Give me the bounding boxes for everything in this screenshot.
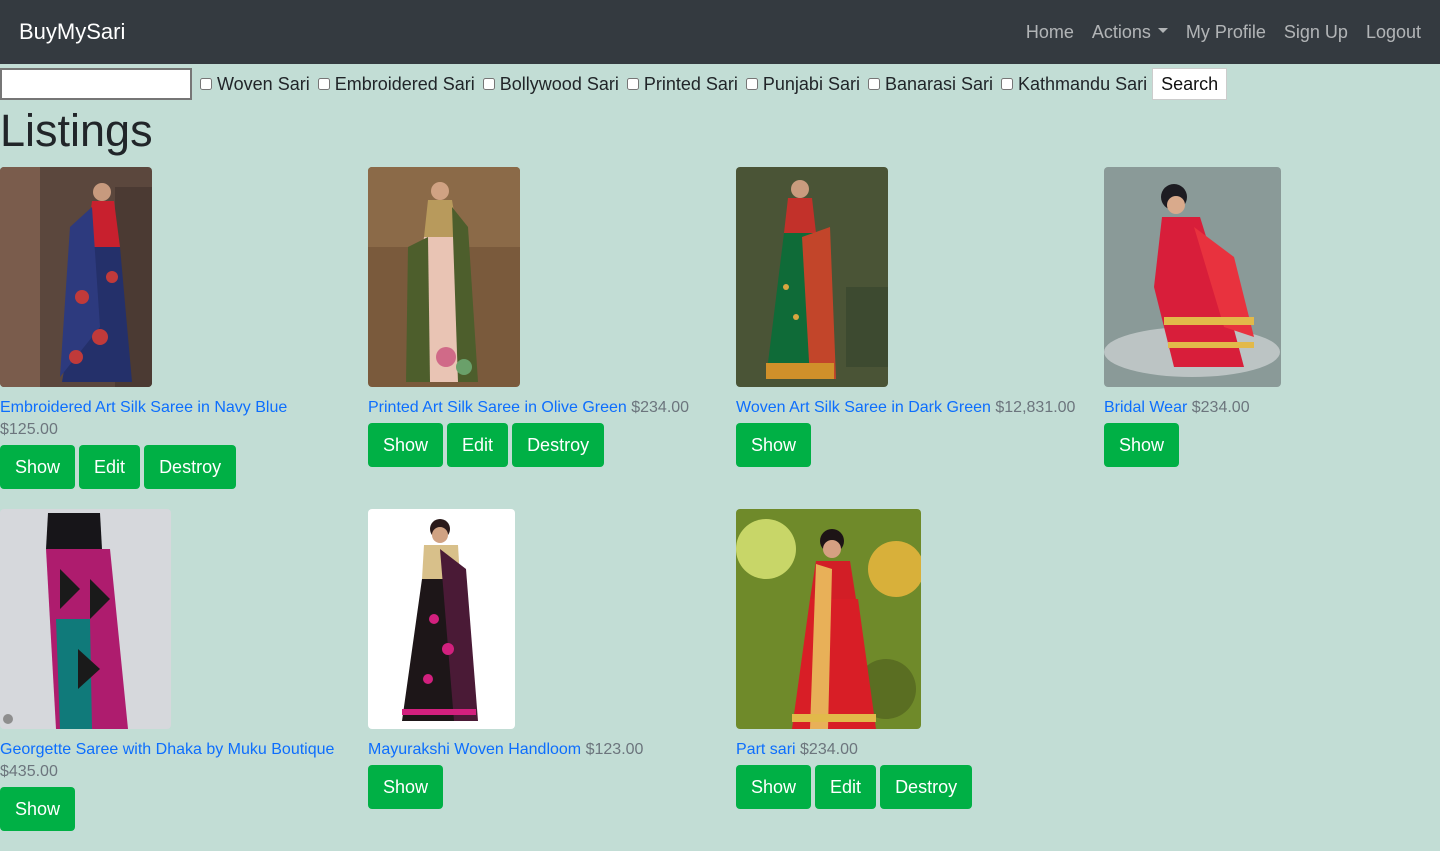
listing-price: $435.00	[0, 763, 58, 780]
nav-sign-up-link[interactable]: Sign Up	[1284, 22, 1348, 43]
listing-image-bridal-wear[interactable]	[1104, 167, 1281, 387]
listing-title-line: Part sari $234.00	[736, 739, 1104, 761]
show-button[interactable]: Show	[368, 423, 444, 467]
listing-image-part-sari[interactable]	[736, 509, 921, 729]
checkbox-printed-sari[interactable]	[626, 78, 639, 90]
listing-image-mayurakshi-saree[interactable]	[368, 509, 515, 729]
listing-card: Bridal Wear $234.00 Show	[1104, 167, 1440, 509]
category-filter-woven-sari[interactable]: Woven Sari	[196, 74, 310, 95]
page-title: Listings	[0, 105, 153, 156]
checkbox-label: Embroidered Sari	[334, 73, 475, 94]
listing-title-link[interactable]: Woven Art Silk Saree in Dark Green	[736, 399, 991, 416]
brand-logo[interactable]: BuyMySari	[19, 19, 125, 45]
listing-actions: Show Edit Destroy	[0, 445, 368, 489]
nav-home-link[interactable]: Home	[1026, 22, 1074, 43]
listing-price: $234.00	[800, 741, 858, 758]
listing-card: Part sari $234.00 Show Edit Destroy	[736, 509, 1104, 851]
checkbox-label: Kathmandu Sari	[1018, 73, 1148, 94]
navbar: BuyMySari Home Actions My Profile Sign U…	[0, 0, 1440, 64]
category-filter-banarasi-sari[interactable]: Banarasi Sari	[864, 74, 993, 95]
search-input[interactable]	[0, 68, 192, 100]
listing-card: Georgette Saree with Dhaka by Muku Bouti…	[0, 509, 368, 851]
nav-my-profile-link[interactable]: My Profile	[1186, 22, 1266, 43]
listing-price: $234.00	[1191, 399, 1250, 416]
show-button[interactable]: Show	[1104, 423, 1180, 467]
listing-title-link[interactable]: Georgette Saree with Dhaka by Muku Bouti…	[0, 741, 334, 758]
edit-button[interactable]: Edit	[79, 445, 141, 489]
nav-links: Home Actions My Profile Sign Up Logout	[1017, 22, 1430, 43]
show-button[interactable]: Show	[0, 787, 76, 831]
nav-logout-link[interactable]: Logout	[1366, 22, 1421, 43]
checkbox-label: Printed Sari	[643, 73, 738, 94]
edit-button[interactable]: Edit	[815, 765, 877, 809]
checkbox-woven-sari[interactable]	[200, 78, 212, 90]
listing-price: $123.00	[585, 741, 644, 758]
listing-title-line: Bridal Wear $234.00	[1104, 397, 1440, 419]
listing-actions: Show Edit Destroy	[736, 765, 1104, 809]
checkbox-label: Bollywood Sari	[499, 73, 619, 94]
category-filter-bollywood-sari[interactable]: Bollywood Sari	[479, 74, 619, 95]
show-button[interactable]: Show	[368, 765, 444, 809]
listing-title-line: Embroidered Art Silk Saree in Navy Blue …	[0, 397, 368, 441]
destroy-button[interactable]: Destroy	[880, 765, 973, 809]
show-button[interactable]: Show	[0, 445, 76, 489]
listings-grid: Embroidered Art Silk Saree in Navy Blue …	[0, 167, 1440, 851]
listing-card: Embroidered Art Silk Saree in Navy Blue …	[0, 167, 368, 509]
category-filter-embroidered-sari[interactable]: Embroidered Sari	[314, 74, 475, 95]
listing-title-link[interactable]: Bridal Wear	[1104, 399, 1187, 416]
listing-title-line: Mayurakshi Woven Handloom $123.00	[368, 739, 736, 761]
category-filter-punjabi-sari[interactable]: Punjabi Sari	[742, 74, 860, 95]
checkbox-label: Banarasi Sari	[884, 73, 994, 94]
filter-bar: Woven Sari Embroidered Sari Bollywood Sa…	[0, 64, 1440, 104]
category-filter-printed-sari[interactable]: Printed Sari	[623, 74, 738, 95]
search-button[interactable]: Search	[1152, 68, 1228, 100]
listing-actions: Show	[368, 765, 736, 809]
checkbox-punjabi-sari[interactable]	[745, 78, 758, 90]
listing-price: $12,831.00	[995, 399, 1076, 416]
checkbox-kathmandu-sari[interactable]	[1001, 78, 1014, 90]
listing-card: Woven Art Silk Saree in Dark Green $12,8…	[736, 167, 1104, 509]
listing-actions: Show Edit Destroy	[368, 423, 736, 467]
listing-image-navy-saree[interactable]	[0, 167, 152, 387]
listing-image-olive-saree[interactable]	[368, 167, 520, 387]
listing-image-georgette-saree[interactable]	[0, 509, 171, 729]
checkbox-embroidered-sari[interactable]	[317, 78, 330, 90]
listing-title-link[interactable]: Mayurakshi Woven Handloom	[368, 741, 581, 758]
listing-actions: Show	[0, 787, 368, 831]
chevron-down-icon	[1157, 28, 1168, 34]
nav-actions-label: Actions	[1091, 21, 1151, 42]
listing-title-line: Woven Art Silk Saree in Dark Green $12,8…	[736, 397, 1104, 419]
show-button[interactable]: Show	[736, 765, 812, 809]
destroy-button[interactable]: Destroy	[144, 445, 237, 489]
listing-card: Printed Art Silk Saree in Olive Green $2…	[368, 167, 736, 509]
checkbox-label: Punjabi Sari	[762, 73, 860, 94]
listing-title-link[interactable]: Embroidered Art Silk Saree in Navy Blue	[0, 399, 287, 416]
listing-actions: Show	[736, 423, 1104, 467]
listing-title-link[interactable]: Part sari	[736, 741, 796, 758]
listing-price: $125.00	[0, 421, 58, 438]
listing-card: Mayurakshi Woven Handloom $123.00 Show	[368, 509, 736, 851]
show-button[interactable]: Show	[736, 423, 812, 467]
listing-title-line: Printed Art Silk Saree in Olive Green $2…	[368, 397, 736, 419]
edit-button[interactable]: Edit	[447, 423, 509, 467]
listing-actions: Show	[1104, 423, 1440, 467]
checkbox-label: Woven Sari	[217, 73, 310, 94]
nav-actions-dropdown[interactable]: Actions	[1092, 22, 1168, 43]
listing-title-link[interactable]: Printed Art Silk Saree in Olive Green	[368, 399, 627, 416]
checkbox-banarasi-sari[interactable]	[867, 78, 880, 90]
listing-title-line: Georgette Saree with Dhaka by Muku Bouti…	[0, 739, 368, 783]
category-filter-kathmandu-sari[interactable]: Kathmandu Sari	[997, 74, 1147, 95]
listing-image-dark-green-saree[interactable]	[736, 167, 888, 387]
checkbox-bollywood-sari[interactable]	[482, 78, 495, 90]
listing-price: $234.00	[631, 399, 690, 416]
destroy-button[interactable]: Destroy	[512, 423, 605, 467]
